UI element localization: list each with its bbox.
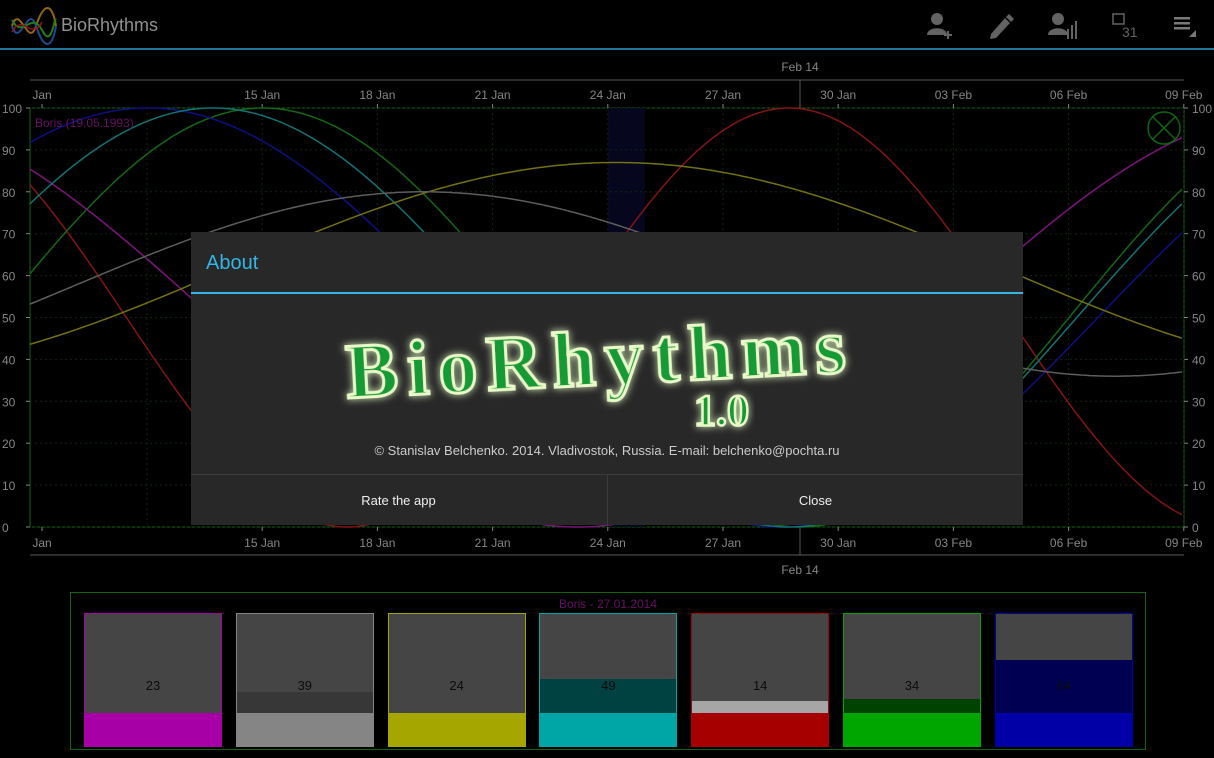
dialog-title: About (206, 252, 259, 274)
biorhythms-logo: BioRhythms 1.0 (342, 300, 849, 436)
svg-text:1.0: 1.0 (694, 386, 749, 435)
about-dialog: About BioRhythms 1.0 © Stanislav Belchen… (191, 232, 1023, 526)
rate-app-button[interactable]: Rate the app (191, 475, 606, 526)
dialog-button-row: Rate the app Close (191, 474, 1023, 526)
svg-text:BioRhythms: BioRhythms (344, 302, 848, 415)
close-button[interactable]: Close (608, 475, 1023, 526)
dialog-divider (191, 292, 1023, 294)
copyright-text: © Stanislav Belchenko. 2014. Vladivostok… (374, 443, 840, 458)
